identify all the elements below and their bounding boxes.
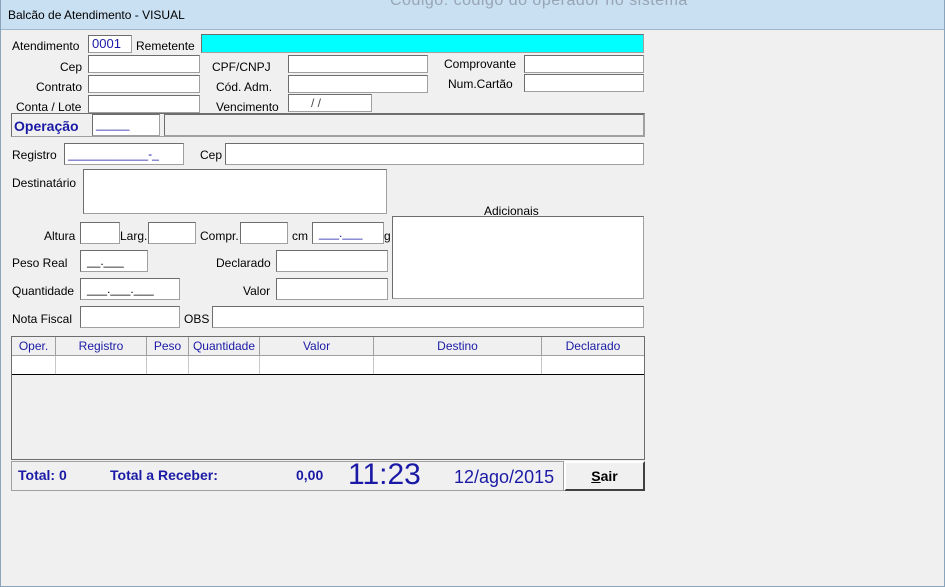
cep-destino-field[interactable] (225, 143, 644, 165)
quantidade-label: Quantidade (12, 284, 75, 298)
clock: 11:23 (348, 458, 421, 491)
remetente-field[interactable] (201, 34, 644, 53)
column-header-declarado[interactable]: Declarado (542, 337, 644, 355)
peso-gramas-field[interactable]: ___.___ (312, 222, 384, 244)
table-cell[interactable] (542, 356, 644, 374)
num-cartao-field[interactable] (524, 74, 644, 92)
comprimento-field[interactable] (240, 222, 288, 244)
table-row[interactable] (12, 356, 644, 375)
comprovante-label: Comprovante (444, 57, 517, 71)
quantidade-field[interactable]: ___.___.___ (80, 278, 180, 300)
column-header-oper[interactable]: Oper. (12, 337, 56, 355)
declarado-label: Declarado (216, 256, 271, 270)
cm-label: cm (292, 229, 308, 243)
total-count: Total: 0 (18, 467, 67, 483)
cep-field[interactable] (88, 55, 200, 73)
altura-label: Altura (44, 229, 76, 243)
contrato-field[interactable] (88, 75, 200, 93)
cpf-cnpj-label: CPF/CNPJ (212, 60, 271, 74)
table-cell[interactable] (260, 356, 374, 374)
total-receber-label: Total a Receber: (110, 467, 218, 483)
cep-label: Cep (60, 60, 83, 74)
registro-field[interactable]: ____________-_ (64, 143, 184, 165)
peso-real-label: Peso Real (12, 256, 68, 270)
nota-fiscal-field[interactable] (80, 306, 180, 328)
column-header-valor[interactable]: Valor (260, 337, 374, 355)
declarado-field[interactable] (276, 250, 388, 272)
remetente-label: Remetente (136, 39, 195, 53)
comprimento-label: Compr. (200, 229, 239, 243)
table-cell[interactable] (56, 356, 147, 374)
grid-header: Oper. Registro Peso Quantidade Valor Des… (12, 337, 644, 356)
contrato-label: Contrato (36, 80, 83, 94)
table-cell[interactable] (12, 356, 56, 374)
destinatario-label: Destinatário (12, 176, 77, 190)
column-header-destino[interactable]: Destino (374, 337, 542, 355)
nota-fiscal-label: Nota Fiscal (12, 312, 73, 326)
obs-field[interactable] (212, 306, 644, 328)
table-cell[interactable] (189, 356, 260, 374)
adicionais-field[interactable] (392, 216, 644, 299)
operacao-field[interactable]: _____ (92, 114, 160, 136)
valor-label: Valor (243, 284, 271, 298)
date: 12/ago/2015 (454, 467, 555, 487)
table-cell[interactable] (374, 356, 542, 374)
valor-field[interactable] (276, 278, 388, 300)
column-header-registro[interactable]: Registro (56, 337, 147, 355)
largura-field[interactable] (148, 222, 196, 244)
table-cell[interactable] (147, 356, 189, 374)
largura-label: Larg. (120, 229, 148, 243)
cod-adm-field[interactable] (288, 75, 428, 93)
total-receber-value: 0,00 (296, 467, 324, 483)
conta-lote-label: Conta / Lote (16, 100, 82, 114)
atendimento-label: Atendimento (12, 39, 80, 53)
cep-destino-label: Cep (200, 148, 223, 162)
sair-button-label: air (600, 468, 618, 484)
obs-label: OBS (184, 312, 210, 326)
cod-adm-label: Cód. Adm. (216, 80, 273, 94)
destinatario-field[interactable] (83, 169, 387, 214)
column-header-peso[interactable]: Peso (147, 337, 189, 355)
sair-button-accelerator: S (591, 468, 601, 484)
title-bar: Código: código do operador no sistema Ba… (0, 0, 945, 30)
gramas-label: g (384, 229, 391, 243)
vencimento-field[interactable]: / / (288, 94, 372, 112)
items-grid[interactable]: Oper. Registro Peso Quantidade Valor Des… (11, 336, 645, 460)
operacao-label: Operação (14, 118, 79, 134)
num-cartao-label: Num.Cartão (448, 77, 513, 91)
cpf-cnpj-field[interactable] (288, 55, 428, 73)
conta-lote-field[interactable] (88, 95, 200, 113)
comprovante-field[interactable] (524, 55, 644, 73)
background-window-title: Código: código do operador no sistema (390, 0, 688, 9)
atendimento-field[interactable]: 0001 (88, 35, 132, 53)
column-header-quantidade[interactable]: Quantidade (189, 337, 260, 355)
vencimento-label: Vencimento (216, 100, 279, 114)
window-title: Balcão de Atendimento - VISUAL (8, 8, 185, 22)
peso-real-field[interactable]: __.___ (80, 250, 148, 272)
altura-field[interactable] (80, 222, 120, 244)
sair-button[interactable]: Sair (564, 461, 645, 491)
operacao-description-field (164, 114, 644, 136)
registro-label: Registro (12, 148, 57, 162)
